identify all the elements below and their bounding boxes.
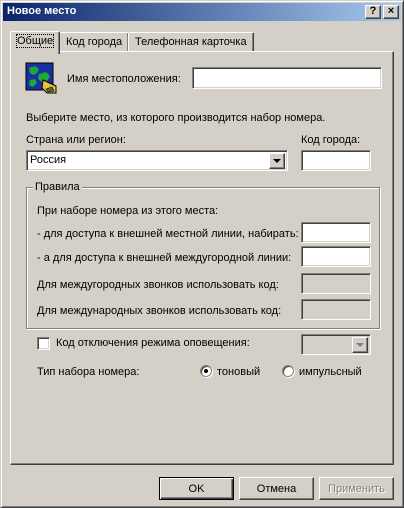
local-line-label: - для доступа к внешней местной линии, н… [37,228,299,240]
call-waiting-checkbox[interactable] [37,337,50,350]
country-select[interactable]: Россия [26,150,288,171]
rules-intro-text: При наборе номера из этого места: [37,205,219,217]
title-bar: Новое место ? × [3,3,401,21]
location-name-input[interactable] [192,67,382,89]
window-title: Новое место [7,5,77,17]
country-selected-value: Россия [30,154,67,166]
radio-selected-dot [204,369,208,373]
chevron-down-icon [273,159,281,163]
tab-area-code-label: Код города [66,36,123,48]
ok-button[interactable]: OK [159,477,234,500]
dial-type-pulse-radio[interactable] [282,365,294,377]
long-distance-line-label: - а для доступа к внешней междугородной … [37,252,292,264]
location-name-label: Имя местоположения: [67,73,181,85]
tab-area-code[interactable]: Код города [59,32,130,52]
general-tab-panel: Имя местоположения: Выберите место, из к… [10,51,394,465]
country-dropdown-button[interactable] [269,153,285,169]
long-distance-code-label: Для междугородных звонков использовать к… [37,279,279,291]
dial-type-tone-radio[interactable] [200,365,212,377]
international-code-label: Для международных звонков использовать к… [37,305,282,317]
long-distance-line-access-input[interactable] [301,246,371,267]
dial-type-tone-label: тоновый [217,366,261,378]
dial-type-label: Тип набора номера: [37,366,140,378]
dial-type-pulse-label: импульсный [299,366,362,378]
country-label: Страна или регион: [26,134,126,146]
tab-calling-card-label: Телефонная карточка [135,36,247,48]
local-line-access-input[interactable] [301,222,371,243]
call-waiting-dropdown-button [352,337,368,353]
location-map-icon [25,62,57,94]
international-code-field [301,299,371,320]
dialing-instruction-text: Выберите место, из которого производится… [26,112,326,124]
close-button[interactable]: × [383,5,399,19]
rules-legend: Правила [33,181,82,193]
area-code-input[interactable] [301,150,371,171]
call-waiting-code-select [301,334,371,355]
cancel-button[interactable]: Отмена [239,477,314,500]
help-button[interactable]: ? [365,5,381,19]
chevron-down-icon [356,343,364,347]
tab-calling-card[interactable]: Телефонная карточка [128,32,254,52]
apply-button[interactable]: Применить [319,477,394,500]
tab-general-label: Общие [15,34,55,48]
call-waiting-label: Код отключения режима оповещения: [56,337,250,349]
area-code-label: Код города: [301,134,361,146]
long-distance-code-field [301,273,371,294]
tab-general[interactable]: Общие [10,31,61,54]
new-location-dialog: Новое место ? × Общие Код города Телефон… [0,0,404,508]
